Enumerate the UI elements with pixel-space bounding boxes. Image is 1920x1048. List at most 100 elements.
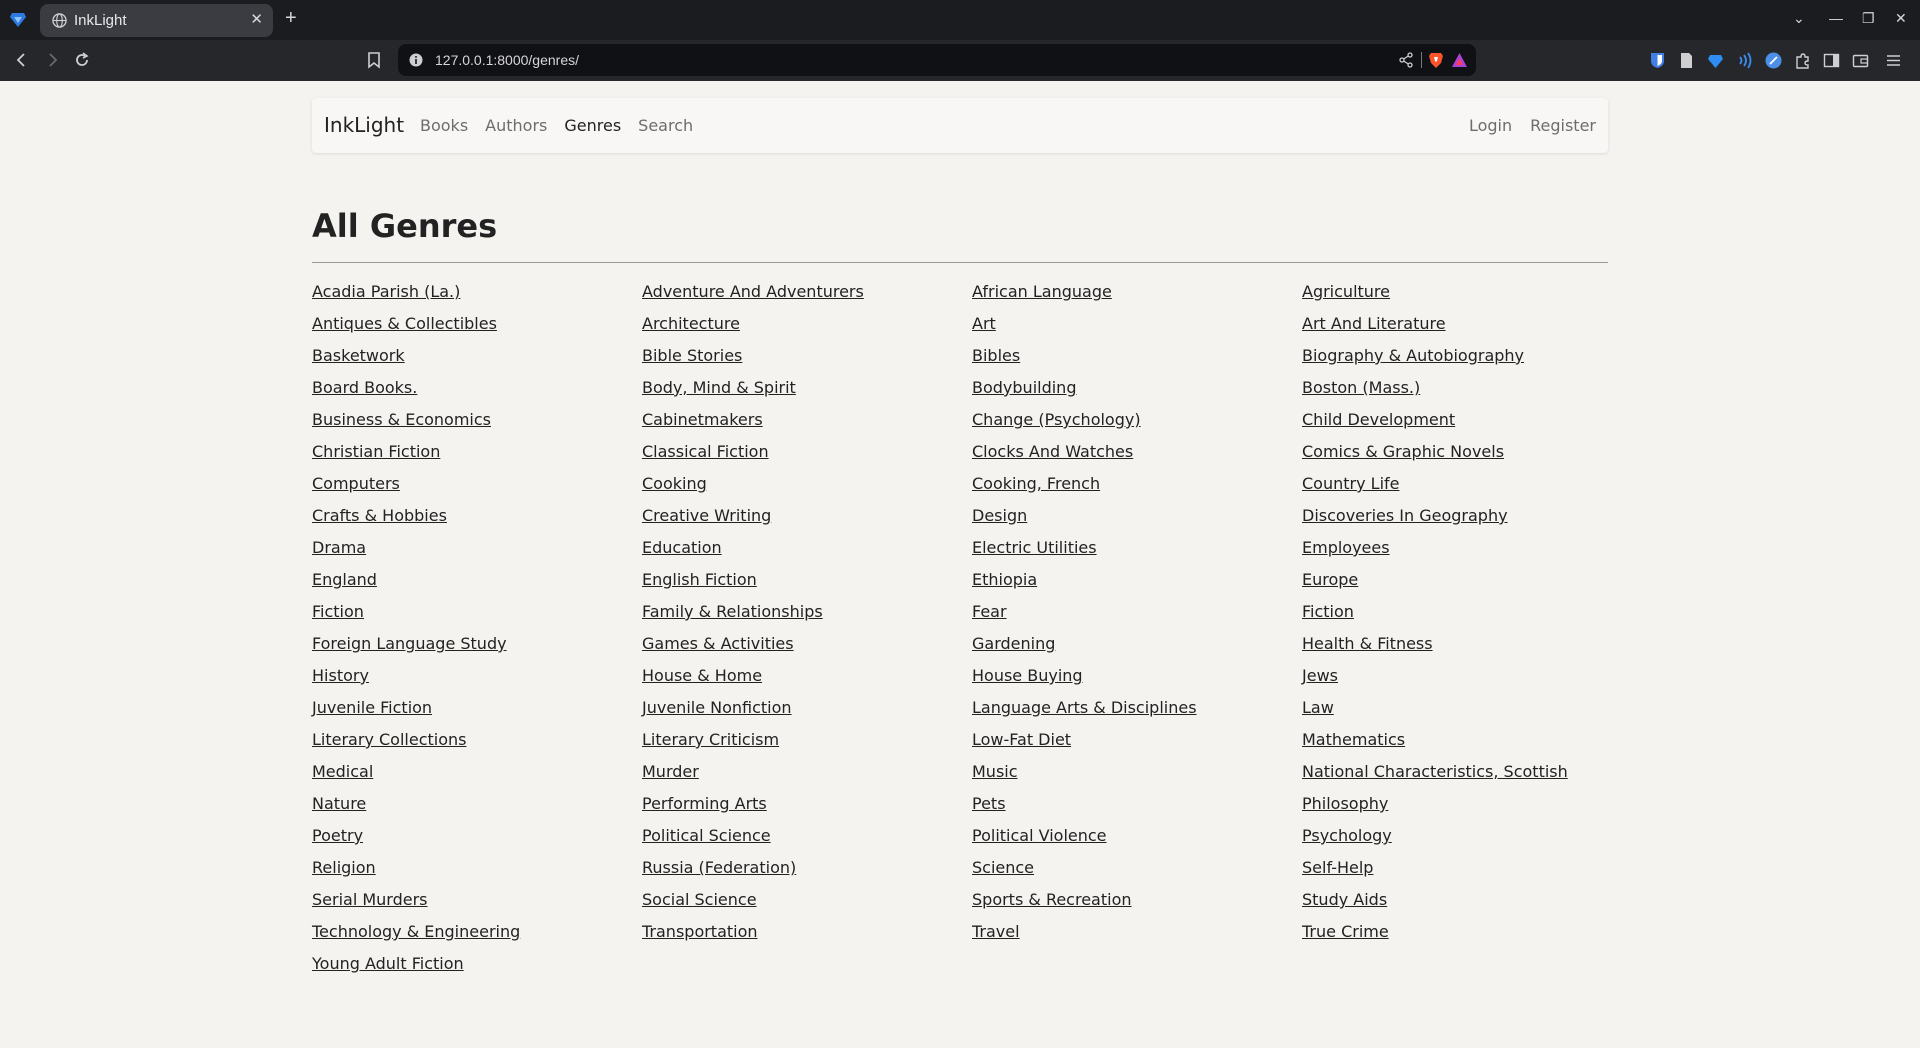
genre-link[interactable]: Health & Fitness — [1302, 630, 1632, 662]
genre-link[interactable]: Art — [972, 310, 1302, 342]
genre-link[interactable]: Law — [1302, 694, 1632, 726]
genre-link[interactable]: Cabinetmakers — [642, 406, 972, 438]
address-bar[interactable]: 127.0.0.1:8000/genres/ — [398, 44, 1476, 76]
audio-wave-icon[interactable] — [1736, 52, 1753, 69]
hamburger-menu-icon[interactable] — [1885, 52, 1902, 69]
genre-link[interactable]: Literary Criticism — [642, 726, 972, 758]
bitwarden-shield-icon[interactable] — [1649, 52, 1666, 69]
genre-link[interactable]: Art And Literature — [1302, 310, 1632, 342]
genre-link[interactable]: Medical — [312, 758, 642, 790]
brave-rewards-icon[interactable] — [1451, 52, 1468, 68]
browser-menu-icon[interactable] — [8, 10, 28, 30]
sidebar-icon[interactable] — [1823, 52, 1840, 69]
url-text[interactable]: 127.0.0.1:8000/genres/ — [435, 52, 579, 68]
genre-link[interactable]: Body, Mind & Spirit — [642, 374, 972, 406]
genre-link[interactable]: House Buying — [972, 662, 1302, 694]
genre-link[interactable]: History — [312, 662, 642, 694]
genre-link[interactable]: Agriculture — [1302, 278, 1632, 310]
genre-link[interactable]: Antiques & Collectibles — [312, 310, 642, 342]
genre-link[interactable]: Fear — [972, 598, 1302, 630]
share-icon[interactable] — [1398, 52, 1414, 68]
minimize-button[interactable]: — — [1829, 10, 1843, 26]
genre-link[interactable]: Family & Relationships — [642, 598, 972, 630]
genre-link[interactable]: Russia (Federation) — [642, 854, 972, 886]
gem-extension-icon[interactable] — [1707, 52, 1724, 69]
genre-link[interactable]: Discoveries In Geography — [1302, 502, 1632, 534]
tab-close-icon[interactable]: ✕ — [250, 12, 263, 27]
genre-link[interactable]: Young Adult Fiction — [312, 950, 642, 982]
genre-link[interactable]: Philosophy — [1302, 790, 1632, 822]
genre-link[interactable]: Bibles — [972, 342, 1302, 374]
new-tab-button[interactable]: + — [285, 8, 297, 28]
register-link[interactable]: Register — [1530, 116, 1596, 135]
genre-link[interactable]: Bible Stories — [642, 342, 972, 374]
genre-link[interactable]: Fiction — [312, 598, 642, 630]
feather-extension-icon[interactable] — [1765, 52, 1782, 69]
genre-link[interactable]: Boston (Mass.) — [1302, 374, 1632, 406]
genre-link[interactable]: Music — [972, 758, 1302, 790]
genre-link[interactable]: Education — [642, 534, 972, 566]
genre-link[interactable]: Poetry — [312, 822, 642, 854]
genre-link[interactable]: Juvenile Fiction — [312, 694, 642, 726]
genre-link[interactable]: Clocks And Watches — [972, 438, 1302, 470]
login-link[interactable]: Login — [1469, 116, 1512, 135]
genre-link[interactable]: Electric Utilities — [972, 534, 1302, 566]
genre-link[interactable]: Change (Psychology) — [972, 406, 1302, 438]
genre-link[interactable]: English Fiction — [642, 566, 972, 598]
genre-link[interactable]: England — [312, 566, 642, 598]
genre-link[interactable]: House & Home — [642, 662, 972, 694]
genre-link[interactable]: Bodybuilding — [972, 374, 1302, 406]
genre-link[interactable]: Psychology — [1302, 822, 1632, 854]
genre-link[interactable]: Classical Fiction — [642, 438, 972, 470]
genre-link[interactable]: Technology & Engineering — [312, 918, 642, 950]
genre-link[interactable]: Travel — [972, 918, 1302, 950]
genre-link[interactable]: Crafts & Hobbies — [312, 502, 642, 534]
brave-shields-icon[interactable] — [1428, 51, 1444, 69]
genre-link[interactable]: Architecture — [642, 310, 972, 342]
nav-search[interactable]: Search — [638, 116, 693, 135]
back-icon[interactable] — [13, 51, 31, 69]
genre-link[interactable]: Murder — [642, 758, 972, 790]
tab-search-chevron-icon[interactable]: ⌄ — [1793, 10, 1805, 27]
nav-authors[interactable]: Authors — [485, 116, 547, 135]
wallet-icon[interactable] — [1852, 52, 1869, 69]
nav-genres[interactable]: Genres — [564, 116, 621, 135]
genre-link[interactable]: Gardening — [972, 630, 1302, 662]
genre-link[interactable]: Biography & Autobiography — [1302, 342, 1632, 374]
genre-link[interactable]: Cooking, French — [972, 470, 1302, 502]
genre-link[interactable]: Political Violence — [972, 822, 1302, 854]
brand-logo[interactable]: InkLight — [324, 113, 404, 137]
genre-link[interactable]: Pets — [972, 790, 1302, 822]
genre-link[interactable]: Adventure And Adventurers — [642, 278, 972, 310]
genre-link[interactable]: National Characteristics, Scottish — [1302, 758, 1632, 790]
genre-link[interactable]: Computers — [312, 470, 642, 502]
close-window-button[interactable]: ✕ — [1895, 10, 1907, 27]
forward-icon[interactable] — [43, 51, 61, 69]
genre-link[interactable]: Basketwork — [312, 342, 642, 374]
genre-link[interactable]: Language Arts & Disciplines — [972, 694, 1302, 726]
genre-link[interactable]: Social Science — [642, 886, 972, 918]
genre-link[interactable]: Board Books. — [312, 374, 642, 406]
genre-link[interactable]: Acadia Parish (La.) — [312, 278, 642, 310]
genre-link[interactable]: Comics & Graphic Novels — [1302, 438, 1632, 470]
genre-link[interactable]: Performing Arts — [642, 790, 972, 822]
genre-link[interactable]: Mathematics — [1302, 726, 1632, 758]
genre-link[interactable]: Transportation — [642, 918, 972, 950]
genre-link[interactable]: Political Science — [642, 822, 972, 854]
genre-link[interactable]: Creative Writing — [642, 502, 972, 534]
genre-link[interactable]: Low-Fat Diet — [972, 726, 1302, 758]
genre-link[interactable]: Serial Murders — [312, 886, 642, 918]
genre-link[interactable]: True Crime — [1302, 918, 1632, 950]
genre-link[interactable]: African Language — [972, 278, 1302, 310]
site-info-icon[interactable] — [409, 53, 423, 67]
extensions-puzzle-icon[interactable] — [1794, 52, 1811, 69]
genre-link[interactable]: Cooking — [642, 470, 972, 502]
genre-link[interactable]: Foreign Language Study — [312, 630, 642, 662]
genre-link[interactable]: Religion — [312, 854, 642, 886]
genre-link[interactable]: Games & Activities — [642, 630, 972, 662]
genre-link[interactable]: Self-Help — [1302, 854, 1632, 886]
genre-link[interactable]: Employees — [1302, 534, 1632, 566]
genre-link[interactable]: Study Aids — [1302, 886, 1632, 918]
genre-link[interactable]: Science — [972, 854, 1302, 886]
reload-icon[interactable] — [73, 51, 91, 69]
